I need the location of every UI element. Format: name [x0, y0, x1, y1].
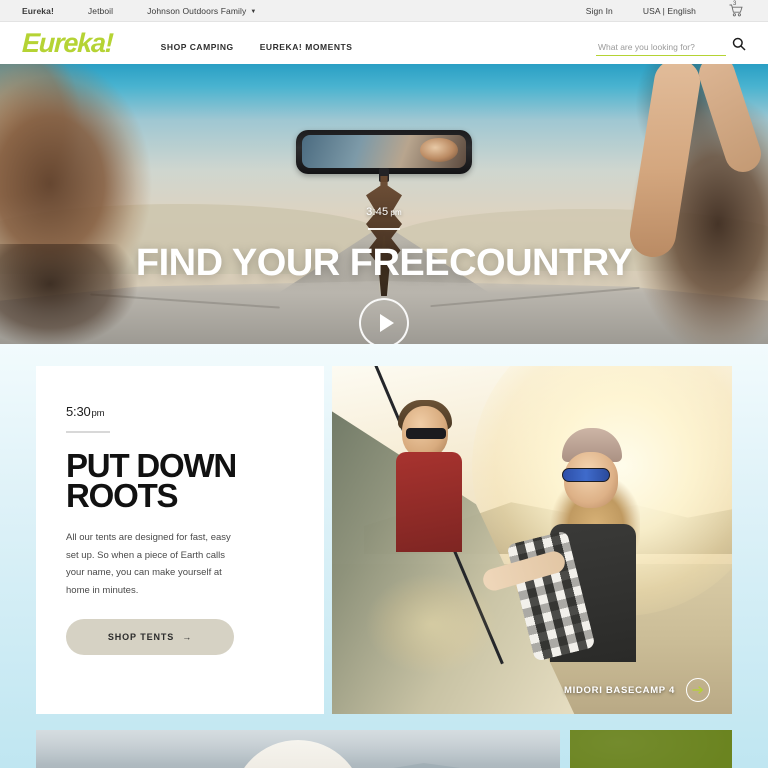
- sign-in-link[interactable]: Sign In: [586, 6, 613, 16]
- chevron-down-icon: ▼: [250, 8, 257, 15]
- promo-timestamp: 5:30pm: [66, 404, 294, 419]
- promo-time-value: 5:30: [66, 404, 91, 419]
- hero-divider: [368, 228, 400, 230]
- play-icon: [379, 314, 394, 332]
- utility-link-eureka[interactable]: Eureka!: [22, 6, 54, 16]
- bottom-row: SUNRISE EX6: [0, 714, 768, 768]
- photo-lens-flare: [366, 574, 496, 674]
- brand-logo[interactable]: Eureka!: [21, 28, 113, 58]
- hero-play-button[interactable]: [359, 298, 409, 344]
- main-header: Eureka! SHOP CAMPING EUREKA! MOMENTS: [0, 22, 768, 64]
- hero-raised-arm-2: [694, 64, 766, 177]
- photo-person-male: [396, 400, 466, 552]
- nav-item-shop-camping[interactable]: SHOP CAMPING: [161, 42, 234, 52]
- arrow-right-icon: [692, 686, 704, 694]
- promo-title: PUT DOWN ROOTS: [66, 446, 237, 514]
- promo-time-ampm: pm: [91, 408, 105, 419]
- hero-raised-arm: [626, 64, 704, 261]
- search-input[interactable]: [596, 41, 726, 56]
- content-section: 5:30pm PUT DOWN ROOTS All our tents are …: [0, 344, 768, 768]
- male-sunglasses: [406, 428, 446, 439]
- photo-person-female: [480, 428, 654, 662]
- promo-card: 5:30pm PUT DOWN ROOTS All our tents are …: [36, 366, 324, 714]
- product-name-label: MIDORI BASECAMP 4: [564, 684, 675, 696]
- utility-bar: Eureka! Jetboil Johnson Outdoors Family ▼…: [0, 0, 768, 22]
- mountain-card[interactable]: [36, 730, 560, 768]
- search-button[interactable]: [732, 37, 746, 56]
- hero-time-ampm: pm: [390, 208, 402, 217]
- hero-time-value: 3:45: [366, 206, 389, 218]
- locale-selector[interactable]: USA | English: [643, 6, 696, 16]
- sunrise-ex6-card[interactable]: SUNRISE EX6: [570, 730, 732, 768]
- utility-account-area: Sign In USA | English 3: [586, 0, 746, 20]
- search-icon: [732, 37, 746, 51]
- promo-divider: [66, 431, 110, 433]
- utility-link-johnson-outdoors-family[interactable]: Johnson Outdoors Family ▼: [147, 6, 256, 16]
- product-tag[interactable]: MIDORI BASECAMP 4: [564, 678, 710, 702]
- hero-banner: 3:45 pm FIND YOUR FREECOUNTRY: [0, 64, 768, 344]
- hero-timestamp: 3:45 pm: [0, 206, 768, 218]
- hero-person-right: [538, 64, 768, 344]
- johnson-outdoors-label: Johnson Outdoors Family: [147, 5, 247, 16]
- product-arrow-button[interactable]: [686, 678, 710, 702]
- nav-item-eureka-moments[interactable]: EUREKA! MOMENTS: [260, 42, 353, 52]
- primary-nav: SHOP CAMPING EUREKA! MOMENTS: [161, 34, 353, 52]
- feature-photo-card[interactable]: MIDORI BASECAMP 4: [332, 366, 732, 714]
- brand-switcher: Eureka! Jetboil Johnson Outdoors Family ▼: [22, 6, 256, 16]
- mirror-reflection-face: [420, 138, 458, 162]
- cart-count-badge: 3: [733, 0, 737, 7]
- promo-body-text: All our tents are designed for fast, eas…: [66, 532, 231, 596]
- shop-tents-button[interactable]: SHOP TENTS →: [66, 619, 234, 656]
- shop-tents-label: SHOP TENTS: [107, 632, 175, 643]
- search-area: [596, 31, 746, 56]
- arrow-right-icon: →: [182, 632, 193, 643]
- hero-person-left: [0, 64, 210, 344]
- hero-headline: FIND YOUR FREECOUNTRY: [135, 242, 633, 284]
- female-sunglasses: [562, 468, 610, 482]
- feature-row: 5:30pm PUT DOWN ROOTS All our tents are …: [0, 366, 768, 714]
- utility-link-jetboil[interactable]: Jetboil: [88, 6, 113, 16]
- male-torso: [396, 452, 462, 552]
- cart-button[interactable]: 3: [726, 0, 746, 20]
